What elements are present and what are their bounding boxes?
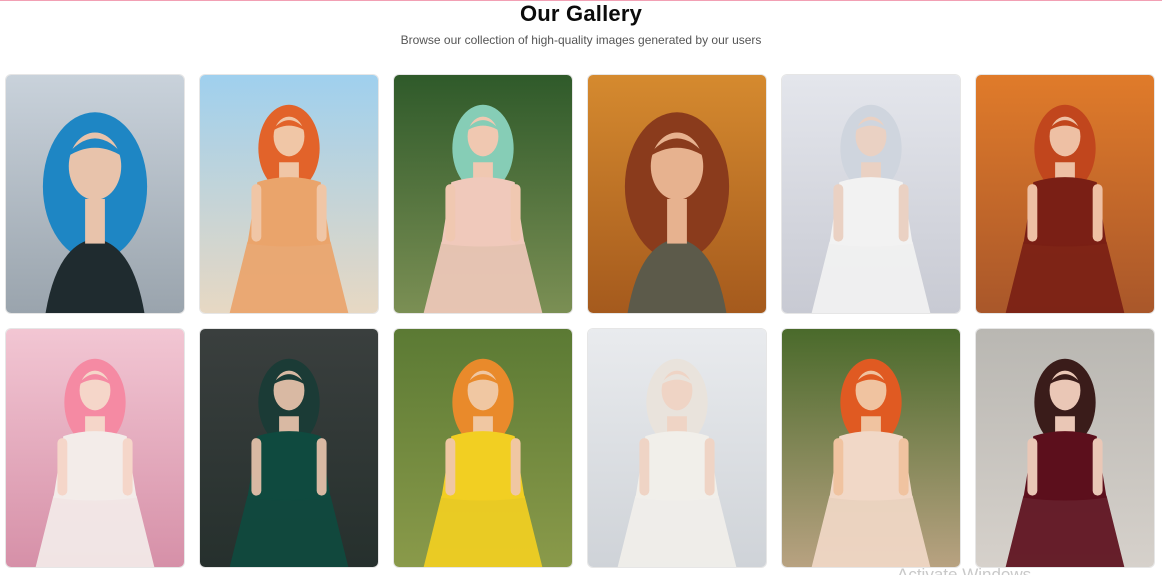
gallery-card[interactable] xyxy=(199,328,379,568)
gallery-card[interactable] xyxy=(587,74,767,314)
gallery-image xyxy=(782,75,960,313)
gallery-image xyxy=(976,329,1154,567)
gallery-card[interactable] xyxy=(587,328,767,568)
page-subtitle: Browse our collection of high-quality im… xyxy=(400,33,762,47)
gallery-image xyxy=(976,75,1154,313)
page-title: Our Gallery xyxy=(519,1,643,26)
gallery-card[interactable] xyxy=(393,328,573,568)
gallery-image xyxy=(200,329,378,567)
activate-windows-watermark: Activate Windows xyxy=(897,565,1032,575)
gallery-card[interactable] xyxy=(781,74,961,314)
gallery-grid xyxy=(5,74,1157,568)
gallery-image xyxy=(394,329,572,567)
gallery-image xyxy=(200,75,378,313)
gallery-image xyxy=(782,329,960,567)
gallery-image xyxy=(6,329,184,567)
gallery-card[interactable] xyxy=(975,328,1155,568)
gallery-image xyxy=(6,75,184,313)
gallery-image xyxy=(588,75,766,313)
gallery-card[interactable] xyxy=(5,328,185,568)
gallery-card[interactable] xyxy=(5,74,185,314)
gallery-card[interactable] xyxy=(199,74,379,314)
gallery-image xyxy=(588,329,766,567)
gallery-image xyxy=(394,75,572,313)
gallery-card[interactable] xyxy=(393,74,573,314)
gallery-card[interactable] xyxy=(975,74,1155,314)
gallery-card[interactable] xyxy=(781,328,961,568)
